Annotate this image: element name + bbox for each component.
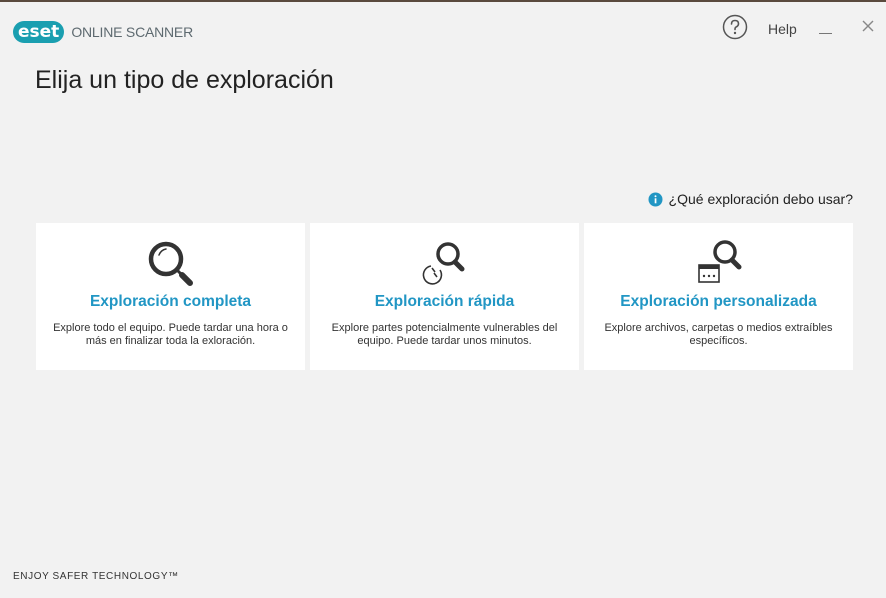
page-title: Elija un tipo de exploración <box>35 66 334 94</box>
close-button[interactable] <box>858 16 878 36</box>
eset-logo: eset ONLINE SCANNER <box>13 20 193 44</box>
info-icon <box>648 192 663 206</box>
quick-scan-card[interactable]: Exploración rápida Explore partes potenc… <box>310 223 579 370</box>
quick-scan-icon <box>422 242 464 285</box>
card-title: Exploración rápida <box>374 293 515 310</box>
scan-help-link[interactable]: ¿Qué exploración debo usar? <box>648 191 853 207</box>
card-description: Explore archivos, carpetas o medios extr… <box>604 322 833 347</box>
help-button[interactable]: Help <box>768 21 797 37</box>
card-title: Exploración completa <box>89 293 252 310</box>
minimize-button[interactable] <box>818 24 834 38</box>
scan-type-cards: Exploración completa Explore todo el equ… <box>36 223 853 370</box>
logo-badge: eset <box>13 21 65 43</box>
help-icon[interactable] <box>722 14 748 40</box>
magnifier-icon <box>148 241 193 286</box>
footer-tagline: ENJOY SAFER TECHNOLOGY™ <box>13 571 179 582</box>
titlebar: eset ONLINE SCANNER Help <box>0 2 886 46</box>
custom-scan-card[interactable]: Exploración personalizada Explore archiv… <box>584 223 853 370</box>
full-scan-card[interactable]: Exploración completa Explore todo el equ… <box>36 223 305 370</box>
card-description: Explore partes potencialmente vulnerable… <box>331 322 558 347</box>
scan-help-label: ¿Qué exploración debo usar? <box>668 191 853 207</box>
close-icon <box>862 20 874 32</box>
card-title: Exploración personalizada <box>620 293 817 310</box>
card-description: Explore todo el equipo. Puede tardar una… <box>53 322 288 347</box>
logo-text: ONLINE SCANNER <box>71 24 193 40</box>
custom-scan-icon <box>697 240 741 283</box>
minimize-icon <box>819 33 832 34</box>
